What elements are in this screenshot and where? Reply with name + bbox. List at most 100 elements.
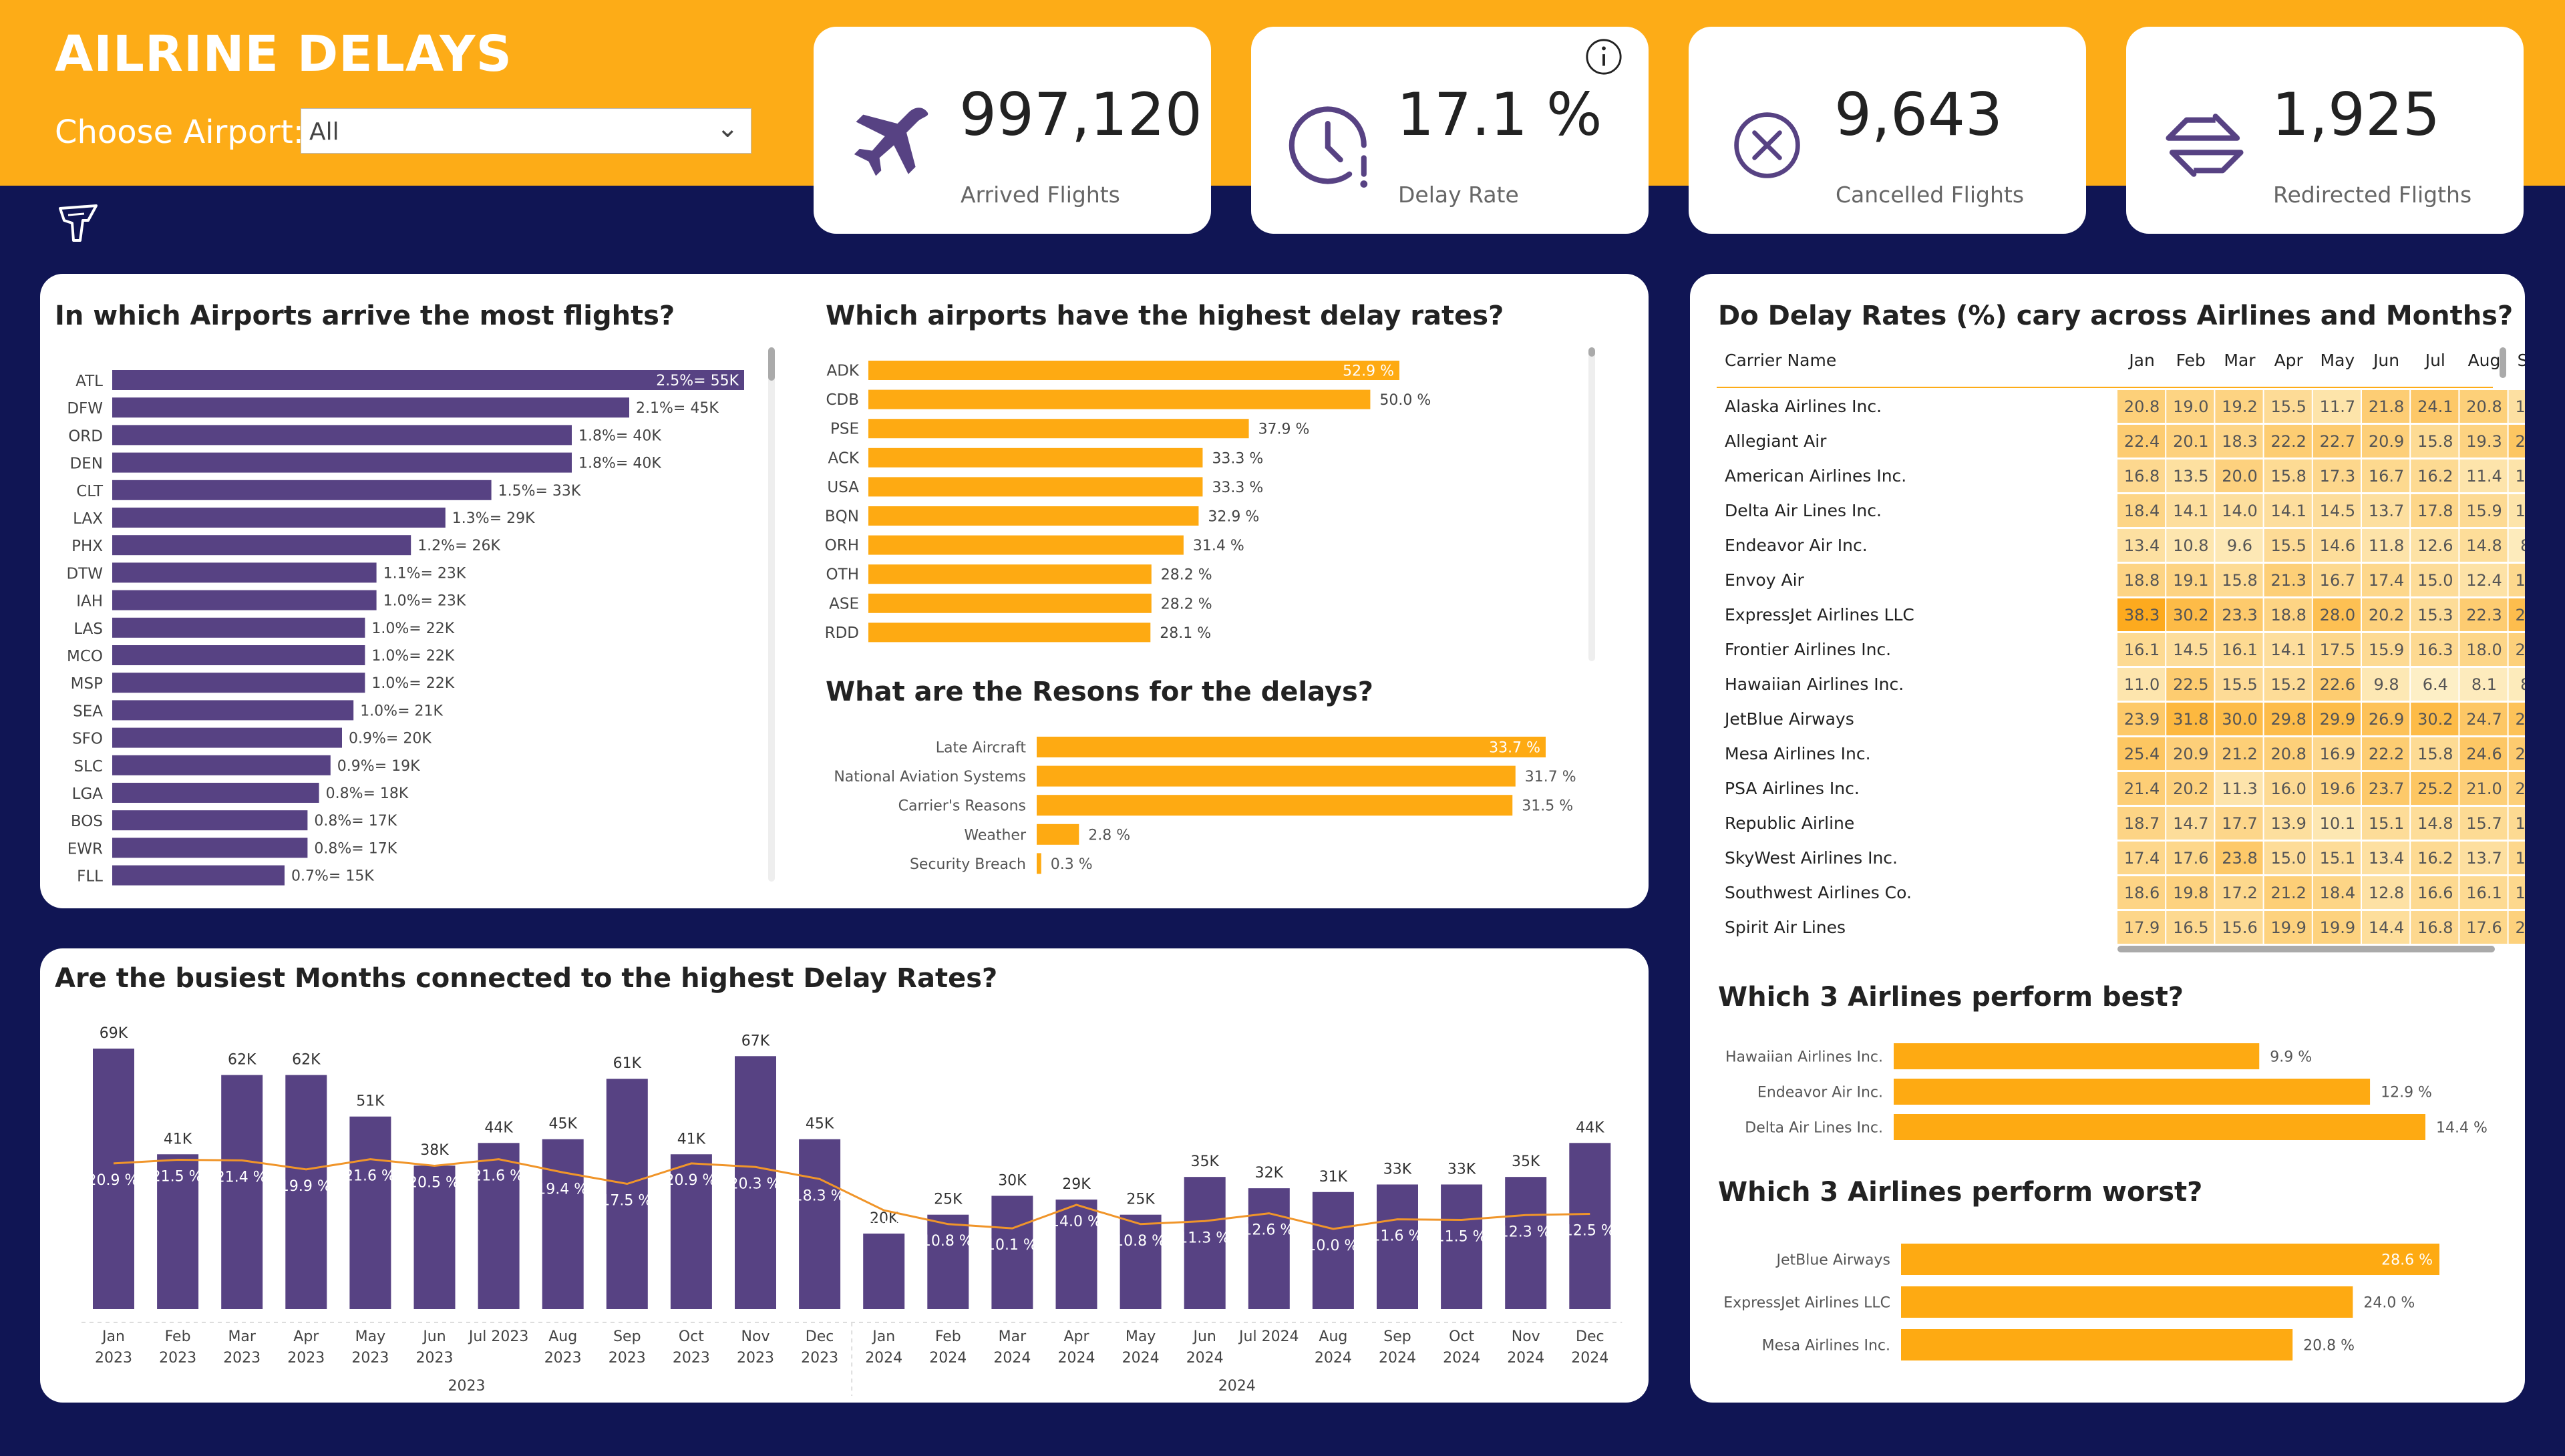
heatmap-cell-value: 15.9 [2466, 502, 2502, 520]
heatmap-cell-value: 8.1 [2471, 675, 2497, 694]
heatmap-cell-value: 13.7 [2466, 849, 2502, 868]
heatmap-cell-value: 10.8 [2173, 536, 2208, 555]
line-data-label: 14.0 % [1050, 1214, 1101, 1230]
heatmap-month-header: Mar [2224, 351, 2256, 370]
bar-data-label: 1.5%= 33K [498, 483, 581, 500]
heatmap-cell-value: 19.0 [2173, 397, 2208, 416]
x-tick-label: Dec [1576, 1328, 1604, 1345]
kpi-cancelled-flights: 9,643 Cancelled Flights [1689, 27, 2086, 234]
heatmap-cell-value: 17.4 [2515, 849, 2525, 868]
heatmap-cell-value: 19.2 [2222, 397, 2257, 416]
bar-data-label: 45K [806, 1116, 834, 1133]
cancel-x-icon [1734, 112, 1800, 178]
heatmap-cell-value: 23.7 [2369, 779, 2404, 798]
heatmap-month-header: Jun [2372, 351, 2399, 370]
heatmap-cell-value: 18.0 [2466, 641, 2502, 659]
bar-data-label: 31.4 % [1193, 538, 1244, 554]
line-data-label: 13.1 % [858, 1219, 909, 1236]
kpi-label: Cancelled Flights [1836, 182, 2025, 208]
heatmap-row-label: Republic Airline [1725, 813, 1854, 833]
bar-data-label: 33.7 % [1489, 740, 1540, 757]
bar-data-label: 52.9 % [1343, 363, 1394, 380]
bar-data-label: 51K [356, 1093, 385, 1110]
heatmap-cell-value: 26.9 [2369, 710, 2404, 729]
x-tick-label: Nov [741, 1328, 770, 1345]
heatmap-cell-value: 14.4 [2369, 918, 2404, 937]
x-tick-label: 2023 [287, 1350, 325, 1367]
heatmap-cell-value: 25.2 [2417, 779, 2453, 798]
bar-category-label: CDB [826, 391, 859, 409]
line-data-label: 20.9 % [88, 1172, 139, 1189]
bar-data-label: 32.9 % [1208, 509, 1259, 526]
heatmap-cell-value: 18.6 [2124, 884, 2160, 902]
heatmap-cell-value: 22.3 [2466, 606, 2502, 624]
bar-data-label: 2.5%= 55K [656, 373, 739, 389]
heatmap-month-header: Jan [2127, 351, 2155, 370]
delay-rate-line [113, 1158, 1590, 1230]
bar-data-label: 1.0%= 23K [383, 593, 466, 610]
kpi-delay-rate: 17.1 % Delay Rate [1251, 27, 1649, 234]
bar-data-label: 35K [1190, 1153, 1219, 1170]
bar-category-label: MSP [71, 675, 103, 693]
heatmap-cell-value: 8.2 [2520, 536, 2525, 555]
x-tick-label: Aug [548, 1328, 577, 1345]
heatmap-cell-value: 15.8 [2417, 432, 2453, 451]
heatmap-cell-value: 16.1 [2124, 641, 2160, 659]
bar-category-label: LAS [73, 620, 103, 638]
bar-data-label: 44K [484, 1119, 513, 1136]
x-tick-label: 2023 [95, 1350, 132, 1367]
x-tick-label: Jul 2024 [1238, 1328, 1299, 1345]
line-data-label: 20.9 % [665, 1172, 716, 1189]
x-tick-label: 2024 [1507, 1350, 1544, 1367]
bar [868, 477, 1203, 497]
bar-data-label: 33.3 % [1212, 450, 1263, 467]
bar-category-label: National Aviation Systems [834, 769, 1026, 785]
heatmap-row-label: Allegiant Air [1725, 431, 1827, 451]
heatmap-cell-value: 19.8 [2173, 884, 2208, 902]
heatmap-cell-value: 17.1 [2515, 571, 2525, 590]
heatmap-cell-value: 22.5 [2173, 675, 2208, 694]
bar [1894, 1043, 2260, 1069]
bar-category-label: SLC [74, 758, 103, 775]
heatmap-cell-value: 15.1 [2320, 849, 2355, 868]
heatmap-row-label: ExpressJet Airlines LLC [1725, 605, 1914, 624]
bar [1894, 1079, 2371, 1105]
heatmap-month-header: Apr [2274, 351, 2304, 370]
bar-data-label: 0.9%= 19K [337, 758, 420, 775]
bar-data-label: 41K [164, 1131, 192, 1147]
x-tick-label: 2023 [159, 1350, 196, 1367]
kpi-value: 1,925 [2272, 80, 2440, 149]
info-icon[interactable] [1584, 37, 1623, 76]
heatmap-cell-value: 20.1 [2173, 432, 2208, 451]
heatmap-cell-value: 31.8 [2173, 710, 2208, 729]
heatmap-cell-value: 14.5 [2173, 641, 2208, 659]
heatmap-cell-value: 18.4 [2320, 884, 2355, 902]
heatmap-cell-value: 15.7 [2466, 814, 2502, 833]
year-label: 2024 [1218, 1378, 1256, 1395]
heatmap-cell-value: 23.8 [2222, 849, 2257, 868]
scrollbar-track[interactable] [1588, 347, 1595, 661]
airport-select[interactable]: All ⌄ [301, 108, 751, 154]
bar-category-label: CLT [76, 483, 104, 500]
kpi-label: Arrived Flights [961, 182, 1120, 208]
heatmap-row-label: Spirit Air Lines [1725, 918, 1846, 937]
x-tick-label: Mar [228, 1328, 256, 1345]
scrollbar-thumb[interactable] [768, 347, 775, 381]
x-tick-label: 2024 [993, 1350, 1031, 1367]
heatmap-cell-value: 16.2 [2417, 849, 2453, 868]
line-data-label: 21.6 % [472, 1168, 524, 1185]
kpi-value: 997,120 [959, 80, 1202, 149]
bar-data-label: 2.1%= 45K [636, 400, 719, 417]
heatmap-cell-value: 17.8 [2417, 502, 2453, 520]
airport-select-value: All [309, 118, 339, 146]
scrollbar-track[interactable] [768, 347, 775, 882]
bar-data-label: 29K [1062, 1176, 1091, 1193]
bar-data-label: 25K [1126, 1192, 1155, 1208]
x-tick-label: 2023 [351, 1350, 389, 1367]
bar [868, 389, 1371, 409]
scrollbar-thumb[interactable] [1588, 347, 1595, 357]
line-data-label: 18.3 % [794, 1188, 845, 1204]
bar [112, 865, 285, 886]
bar [868, 622, 1151, 643]
heatmap-cell-value: 25.4 [2124, 745, 2160, 763]
